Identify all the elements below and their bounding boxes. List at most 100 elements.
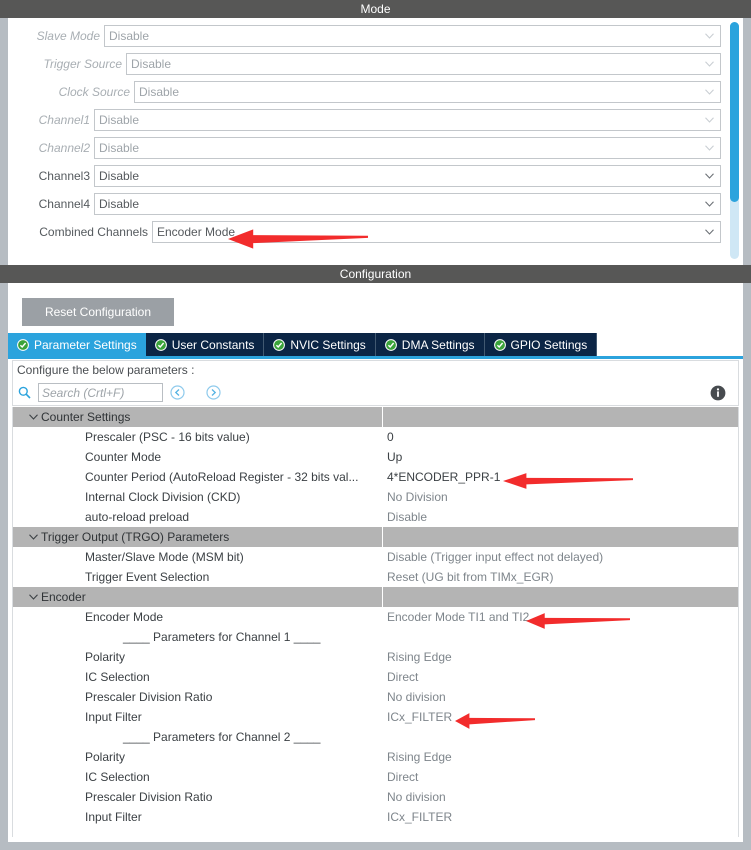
search-icon: [18, 386, 31, 399]
parameter-name: Prescaler (PSC - 16 bits value): [85, 430, 250, 444]
next-match-icon[interactable]: [206, 385, 221, 400]
parameter-value[interactable]: Reset (UG bit from TIMx_EGR): [382, 570, 738, 584]
parameter-value[interactable]: No division: [382, 790, 738, 804]
parameter-value[interactable]: ICx_FILTER: [382, 710, 738, 724]
parameter-name: ____ Parameters for Channel 1 ____: [123, 630, 321, 644]
mode-label: Combined Channels: [39, 225, 148, 239]
parameter-row[interactable]: Input Filter ICx_FILTER: [13, 807, 738, 827]
search-toolbar: [12, 380, 739, 406]
configuration-panel-title: Configuration: [0, 265, 751, 283]
parameter-row[interactable]: Prescaler Division Ratio No division: [13, 787, 738, 807]
parameter-value[interactable]: Up: [382, 450, 738, 464]
chevron-down-icon[interactable]: [25, 534, 41, 540]
parameter-name: Internal Clock Division (CKD): [85, 490, 241, 504]
mode-row-slave-mode: Slave Mode Disable: [8, 22, 743, 50]
chevron-down-icon: [705, 201, 714, 207]
dropdown-value: Disable: [99, 197, 140, 211]
chevron-down-icon: [705, 33, 714, 39]
mode-label: Slave Mode: [36, 29, 100, 43]
column-divider: [382, 587, 383, 607]
dropdown-clock-source: Disable: [134, 81, 721, 103]
chevron-down-icon: [705, 173, 714, 179]
parameter-row[interactable]: Trigger Event Selection Reset (UG bit fro…: [13, 567, 738, 587]
parameter-row[interactable]: ____ Parameters for Channel 2 ____: [13, 727, 738, 747]
parameter-value[interactable]: 4*ENCODER_PPR-1: [382, 470, 738, 484]
mode-row-channel4: Channel4 Disable: [8, 190, 743, 218]
parameter-row[interactable]: Counter Period (AutoReload Register - 32…: [13, 467, 738, 487]
parameter-value[interactable]: Disable (Trigger input effect not delaye…: [382, 550, 738, 564]
mode-row-channel2: Channel2 Disable: [8, 134, 743, 162]
parameter-row[interactable]: Polarity Rising Edge: [13, 747, 738, 767]
window-border-right: [743, 18, 751, 265]
parameter-row[interactable]: IC Selection Direct: [13, 767, 738, 787]
parameter-row[interactable]: Counter Mode Up: [13, 447, 738, 467]
mode-label: Channel2: [38, 141, 90, 155]
check-circle-icon: [493, 338, 506, 351]
parameter-name: Prescaler Division Ratio: [85, 790, 213, 804]
parameter-name: Input Filter: [85, 710, 142, 724]
stm32cubemx-timer-config-window: Mode Slave Mode Disable Trigger Source Disa…: [0, 0, 751, 850]
mode-row-channel3: Channel3 Disable: [8, 162, 743, 190]
tab-nvic-settings[interactable]: NVIC Settings: [264, 333, 376, 356]
parameter-value[interactable]: Direct: [382, 670, 738, 684]
chevron-down-icon[interactable]: [25, 594, 41, 600]
previous-match-icon[interactable]: [170, 385, 185, 400]
parameter-name: IC Selection: [85, 670, 150, 684]
mode-panel-title: Mode: [0, 0, 751, 18]
mode-row-trigger-source: Trigger Source Disable: [8, 50, 743, 78]
parameter-row[interactable]: Prescaler (PSC - 16 bits value) 0: [13, 427, 738, 447]
dropdown-channel4[interactable]: Disable: [94, 193, 721, 215]
dropdown-channel3[interactable]: Disable: [94, 165, 721, 187]
parameter-name: Polarity: [85, 750, 126, 764]
parameter-value[interactable]: Disable: [382, 510, 738, 524]
chevron-down-icon: [705, 145, 714, 151]
info-icon[interactable]: [710, 385, 726, 401]
tab-label: User Constants: [171, 337, 255, 352]
dropdown-value: Disable: [109, 29, 150, 43]
tab-parameter-settings[interactable]: Parameter Settings: [8, 333, 146, 356]
chevron-down-icon: [705, 89, 714, 95]
parameter-value[interactable]: Rising Edge: [382, 750, 738, 764]
parameter-row[interactable]: Prescaler Division Ratio No division: [13, 687, 738, 707]
parameter-tree[interactable]: Counter Settings Prescaler (PSC - 16 bits…: [12, 407, 739, 837]
tab-gpio-settings[interactable]: GPIO Settings: [484, 333, 598, 356]
parameter-value[interactable]: Encoder Mode TI1 and TI2: [382, 610, 738, 624]
parameter-row[interactable]: IC Selection Direct: [13, 667, 738, 687]
parameter-row[interactable]: Polarity Rising Edge: [13, 647, 738, 667]
parameter-value[interactable]: Direct: [382, 770, 738, 784]
check-circle-icon: [273, 338, 286, 351]
chevron-down-icon: [705, 117, 714, 123]
dropdown-combined-channels[interactable]: Encoder Mode: [152, 221, 721, 243]
parameter-value[interactable]: No Division: [382, 490, 738, 504]
group-header-trigger-output-trgo-parameters[interactable]: Trigger Output (TRGO) Parameters: [13, 527, 738, 547]
configuration-panel: Reset Configuration Parameter Settings Us…: [8, 283, 743, 842]
group-header-counter-settings[interactable]: Counter Settings: [13, 407, 738, 427]
group-label: Encoder: [41, 590, 86, 604]
mode-label: Channel4: [38, 197, 90, 211]
parameter-row[interactable]: Master/Slave Mode (MSM bit) Disable (Trig…: [13, 547, 738, 567]
dropdown-channel1: Disable: [94, 109, 721, 131]
parameter-row[interactable]: Encoder Mode Encoder Mode TI1 and TI2: [13, 607, 738, 627]
tab-dma-settings[interactable]: DMA Settings: [375, 333, 485, 356]
dropdown-value: Disable: [99, 141, 140, 155]
parameter-row[interactable]: Input Filter ICx_FILTER: [13, 707, 738, 727]
mode-scrollbar-thumb[interactable]: [730, 22, 739, 202]
parameter-value[interactable]: No division: [382, 690, 738, 704]
window-border-left-2: [0, 283, 8, 850]
parameter-row[interactable]: auto-reload preload Disable: [13, 507, 738, 527]
parameter-row[interactable]: ____ Parameters for Channel 1 ____: [13, 627, 738, 647]
tab-user-constants[interactable]: User Constants: [145, 333, 265, 356]
group-header-encoder[interactable]: Encoder: [13, 587, 738, 607]
window-border-right-2: [743, 283, 751, 850]
dropdown-trigger-source: Disable: [126, 53, 721, 75]
dropdown-value: Disable: [99, 113, 140, 127]
parameter-value[interactable]: Rising Edge: [382, 650, 738, 664]
search-input[interactable]: [38, 383, 163, 402]
chevron-down-icon[interactable]: [25, 414, 41, 420]
parameter-name: Input Filter: [85, 810, 142, 824]
reset-configuration-button[interactable]: Reset Configuration: [22, 298, 174, 326]
dropdown-value: Encoder Mode: [157, 225, 236, 239]
parameter-row[interactable]: Internal Clock Division (CKD) No Division: [13, 487, 738, 507]
parameter-value[interactable]: ICx_FILTER: [382, 810, 738, 824]
parameter-value[interactable]: 0: [382, 430, 738, 444]
